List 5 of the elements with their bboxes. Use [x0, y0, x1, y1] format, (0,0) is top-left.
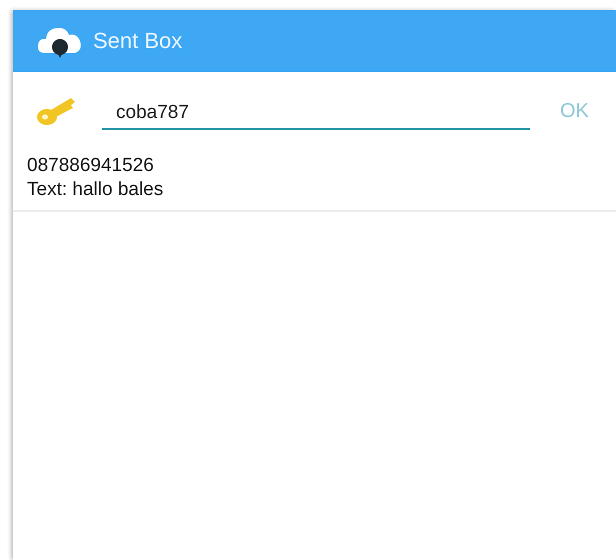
key-icon: [35, 95, 77, 127]
phone-number: 087886941526: [27, 154, 155, 178]
message-text: Text: hallo bales: [27, 178, 164, 202]
password-field[interactable]: coba787: [102, 98, 530, 130]
app-title: Sent Box: [93, 28, 182, 54]
